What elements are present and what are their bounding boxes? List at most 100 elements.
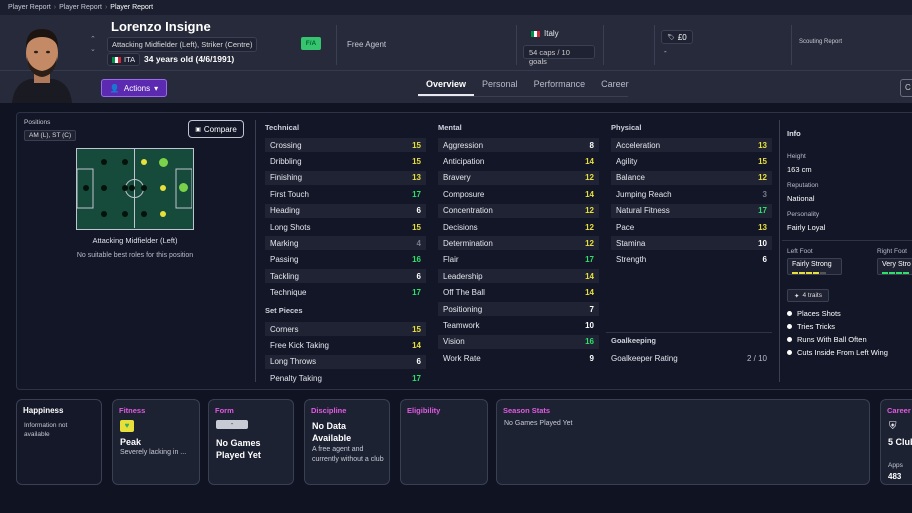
- discipline-value: No Data Available: [312, 421, 352, 443]
- attribute-value: 13: [412, 173, 421, 183]
- nation-name: Italy: [544, 29, 559, 38]
- career-stats-card[interactable]: Career S ⛨ 5 Club Apps 483: [880, 399, 912, 485]
- caps-goals: 54 caps / 10 goals: [523, 45, 595, 66]
- positions-title: Positions: [24, 119, 51, 126]
- attribute-row[interactable]: Off The Ball 14: [438, 286, 599, 300]
- attribute-value: 10: [585, 320, 594, 330]
- attribute-row[interactable]: Pace 13: [611, 220, 772, 234]
- chevron-up-icon[interactable]: ⌃: [90, 35, 96, 43]
- attribute-value: 16: [412, 255, 421, 265]
- attribute-row[interactable]: Flair 17: [438, 253, 599, 267]
- attribute-value: 17: [412, 189, 421, 199]
- attribute-row[interactable]: Crossing 15: [265, 138, 426, 152]
- tab-career[interactable]: Career: [593, 79, 637, 96]
- tab-performance[interactable]: Performance: [526, 79, 594, 96]
- left-foot-value: Fairly Strong: [792, 261, 832, 268]
- compare-header-button[interactable]: C: [900, 79, 912, 97]
- attribute-row[interactable]: Heading 6: [265, 203, 426, 218]
- attribute-row[interactable]: Aggression 8: [438, 138, 599, 152]
- attribute-name: Natural Fitness: [616, 206, 670, 216]
- right-foot-bar: [882, 272, 909, 274]
- trait-item: Runs With Ball Often: [787, 335, 867, 344]
- pitch-position-dot-primary: [179, 183, 188, 192]
- attribute-row[interactable]: Natural Fitness 17: [611, 203, 772, 218]
- set-pieces-title: Set Pieces: [265, 306, 303, 315]
- attribute-value: 14: [412, 340, 421, 350]
- form-card[interactable]: Form - No Games Played Yet: [208, 399, 294, 485]
- attribute-row[interactable]: Dribbling 15: [265, 154, 426, 168]
- discipline-card[interactable]: Discipline No Data Available A free agen…: [304, 399, 390, 485]
- info-title: Info: [787, 129, 801, 138]
- attribute-row[interactable]: Anticipation 14: [438, 154, 599, 168]
- attribute-value: 12: [585, 206, 594, 216]
- italy-flag-icon: [112, 56, 121, 63]
- personality-value: Fairly Loyal: [787, 223, 826, 232]
- chevron-down-icon[interactable]: ⌄: [90, 45, 96, 53]
- right-foot-value: Very Stro: [882, 261, 911, 268]
- breadcrumb-item[interactable]: Player Report: [8, 4, 51, 11]
- attribute-row[interactable]: First Touch 17: [265, 187, 426, 201]
- attribute-name: Aggression: [443, 140, 484, 150]
- breadcrumb-item[interactable]: Player Report: [59, 4, 102, 11]
- attribute-row[interactable]: Positioning 7: [438, 302, 599, 316]
- attribute-row[interactable]: Penalty Taking 17: [265, 371, 426, 385]
- discipline-title: Discipline: [311, 406, 347, 415]
- attribute-row[interactable]: Decisions 12: [438, 220, 599, 234]
- attribute-value: 17: [412, 373, 421, 383]
- attribute-name: Corners: [270, 324, 299, 334]
- attribute-row[interactable]: Corners 15: [265, 322, 426, 336]
- attribute-row[interactable]: Work Rate 9: [438, 351, 599, 365]
- attribute-row[interactable]: Strength 6: [611, 253, 772, 267]
- attribute-row[interactable]: Leadership 14: [438, 269, 599, 284]
- discipline-text: A free agent and currently without a clu…: [312, 446, 384, 463]
- actions-button[interactable]: 👤 Actions ▾: [101, 79, 167, 97]
- attribute-row[interactable]: Passing 16: [265, 253, 426, 267]
- attribute-row[interactable]: Finishing 13: [265, 170, 426, 185]
- attribute-row[interactable]: Determination 12: [438, 236, 599, 251]
- season-stats-card[interactable]: Season Stats No Games Played Yet: [496, 399, 870, 485]
- pitch-position-dot: [141, 185, 147, 191]
- apps-label: Apps: [888, 462, 903, 469]
- fitness-card[interactable]: Fitness ♥ Peak Severely lacking in ...: [112, 399, 200, 485]
- tab-personal[interactable]: Personal: [474, 79, 526, 96]
- tab-overview[interactable]: Overview: [418, 79, 475, 96]
- attribute-row[interactable]: Tackling 6: [265, 269, 426, 284]
- attribute-row[interactable]: Technique 17: [265, 286, 426, 300]
- compare-icon: ▣: [195, 126, 201, 133]
- attribute-row[interactable]: Teamwork 10: [438, 318, 599, 332]
- compare-button[interactable]: ▣ Compare: [188, 120, 244, 138]
- attribute-row[interactable]: Vision 16: [438, 334, 599, 349]
- nation-info[interactable]: Italy: [531, 29, 559, 38]
- scouting-report[interactable]: Scouting Report: [799, 39, 842, 45]
- attribute-value: 16: [585, 337, 594, 347]
- person-icon: 👤: [109, 83, 120, 93]
- attribute-row[interactable]: Free Kick Taking 14: [265, 338, 426, 352]
- trait-item: Places Shots: [787, 309, 841, 318]
- attribute-row[interactable]: Jumping Reach 3: [611, 187, 772, 201]
- attribute-row[interactable]: Agility 15: [611, 154, 772, 168]
- attribute-value: 12: [585, 238, 594, 248]
- attribute-row[interactable]: Composure 14: [438, 187, 599, 201]
- attribute-name: Heading: [270, 206, 300, 216]
- attribute-row[interactable]: Bravery 12: [438, 170, 599, 185]
- season-stats-text: No Games Played Yet: [504, 420, 573, 427]
- happiness-card[interactable]: Happiness Information not available: [16, 399, 102, 485]
- contract-status: Free Agent: [347, 40, 387, 49]
- attribute-name: Off The Ball: [443, 288, 485, 298]
- attribute-value: 14: [585, 189, 594, 199]
- attribute-value: 6: [416, 271, 421, 281]
- attribute-row[interactable]: Long Shots 15: [265, 220, 426, 234]
- reputation-value: National: [787, 194, 815, 203]
- attribute-row[interactable]: Concentration 12: [438, 203, 599, 218]
- traits-button[interactable]: ✦ 4 traits: [787, 289, 829, 302]
- attribute-name: Jumping Reach: [616, 189, 672, 199]
- attribute-row[interactable]: Acceleration 13: [611, 138, 772, 152]
- attribute-row[interactable]: Balance 12: [611, 170, 772, 185]
- attribute-row[interactable]: Stamina 10: [611, 236, 772, 251]
- eligibility-card[interactable]: Eligibility: [400, 399, 488, 485]
- divider: [654, 25, 655, 65]
- attribute-row[interactable]: Marking 4: [265, 236, 426, 251]
- attribute-value: 6: [416, 206, 421, 216]
- attribute-row[interactable]: Long Throws 6: [265, 354, 426, 369]
- attribute-value: 13: [758, 140, 767, 150]
